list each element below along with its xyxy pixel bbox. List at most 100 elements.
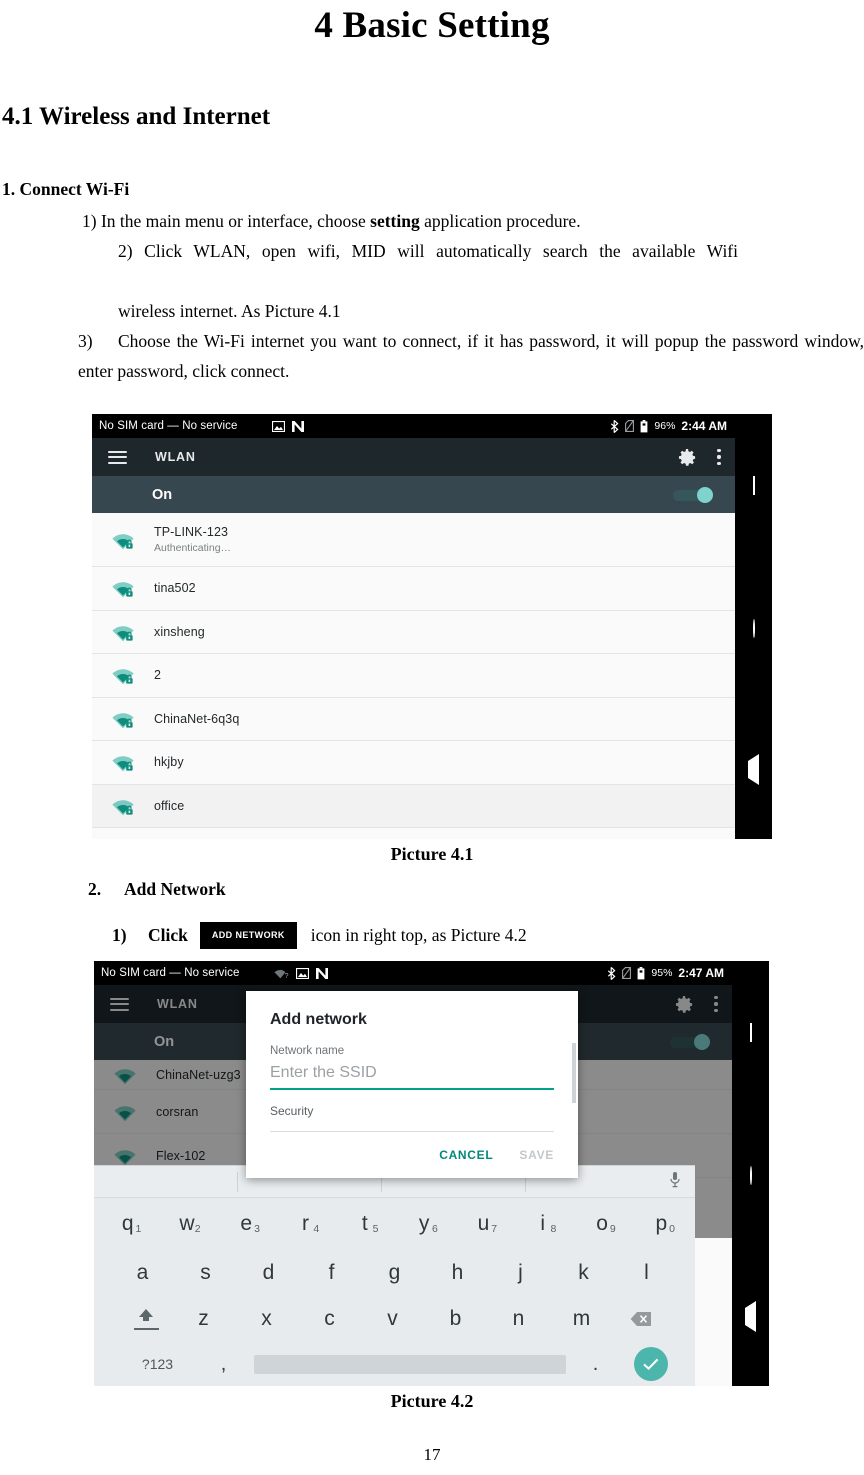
gear-icon[interactable] — [675, 995, 694, 1014]
network-name-label: Network name — [270, 1045, 345, 1057]
battery-icon — [640, 419, 648, 433]
wifi-toggle-switch[interactable] — [673, 487, 713, 503]
key-a[interactable]: a — [111, 1250, 174, 1296]
key-q[interactable]: 1q — [98, 1198, 157, 1250]
clock-label: 2:44 AM — [681, 419, 727, 433]
key-i[interactable]: 8i — [513, 1198, 572, 1250]
dialog-scrollbar[interactable] — [572, 1043, 576, 1103]
wifi-toggle-switch[interactable] — [670, 1034, 710, 1050]
check-enter-icon[interactable] — [633, 1347, 668, 1381]
period-key[interactable]: . — [566, 1345, 626, 1383]
wifi-state-label: On — [154, 1033, 175, 1050]
key-p[interactable]: 0p — [632, 1198, 691, 1250]
hamburger-icon[interactable] — [108, 450, 127, 464]
key-n[interactable]: n — [487, 1296, 550, 1342]
key-l[interactable]: l — [615, 1250, 678, 1296]
key-r[interactable]: 4r — [276, 1198, 335, 1250]
network-name: hkjby — [154, 755, 184, 770]
key-d[interactable]: d — [237, 1250, 300, 1296]
shift-arrow-icon[interactable] — [120, 1296, 172, 1342]
back-triangle-icon[interactable] — [732, 1301, 769, 1332]
network-name: office — [154, 798, 185, 813]
bluetooth-icon — [610, 419, 619, 433]
key-u[interactable]: 7u — [454, 1198, 513, 1250]
home-circle-icon[interactable] — [732, 1166, 769, 1185]
add-network-number: 2. — [88, 879, 102, 899]
key-o[interactable]: 9o — [572, 1198, 631, 1250]
table-row[interactable]: ChinaNet-6q3q — [92, 697, 735, 741]
sim-off-icon — [625, 420, 635, 432]
wifi-toggle-row-1[interactable]: On — [92, 476, 735, 513]
on-screen-keyboard: 1q 2w 3e 4r 5t 6y 7u 8i 9o 0p a s d f g — [94, 1165, 695, 1386]
dialog-title: Add network — [270, 1011, 367, 1028]
kebab-menu-icon[interactable] — [714, 995, 718, 1013]
gear-icon[interactable] — [678, 448, 697, 467]
comma-key[interactable]: , — [194, 1345, 254, 1383]
kebab-menu-icon[interactable] — [717, 448, 721, 466]
key-c[interactable]: c — [298, 1296, 361, 1342]
wifi-lock-icon — [110, 795, 136, 817]
cancel-button[interactable]: CANCEL — [439, 1148, 493, 1162]
network-name: Flex-102 — [156, 1148, 206, 1163]
recents-square-icon[interactable] — [732, 1023, 769, 1042]
key-g[interactable]: g — [363, 1250, 426, 1296]
step-3-number: 3) — [78, 331, 93, 351]
svg-text:?: ? — [284, 973, 288, 979]
symbols-key[interactable]: ?123 — [122, 1356, 194, 1372]
key-j[interactable]: j — [489, 1250, 552, 1296]
key-x[interactable]: x — [235, 1296, 298, 1342]
table-row[interactable]: xinsheng — [92, 610, 735, 654]
table-row[interactable]: 2 — [92, 654, 735, 698]
home-circle-icon[interactable] — [735, 619, 772, 638]
carrier-label: No SIM card — No service — [101, 967, 240, 979]
network-name: corsran — [156, 1104, 199, 1119]
step-1-text: 1) In the main menu or interface, choose — [82, 211, 371, 231]
wifi-state-label: On — [152, 486, 173, 503]
key-y[interactable]: 6y — [395, 1198, 454, 1250]
key-h[interactable]: h — [426, 1250, 489, 1296]
hamburger-icon[interactable] — [110, 997, 129, 1011]
table-row[interactable]: TP-LINK-123 Authenticating… — [92, 513, 735, 567]
step-1-bold: setting — [370, 211, 420, 231]
key-b[interactable]: b — [424, 1296, 487, 1342]
network-n-icon — [291, 420, 304, 432]
step-2-line-2: wireless internet. As Picture 4.1 — [118, 301, 341, 321]
microphone-icon[interactable] — [669, 1171, 681, 1193]
key-w[interactable]: 2w — [157, 1198, 216, 1250]
key-v[interactable]: v — [361, 1296, 424, 1342]
android-screen-1: No SIM card — No service 96% 2:44 AM WLA… — [92, 414, 735, 839]
section-heading: 4.1 Wireless and Internet — [2, 103, 271, 130]
save-button: SAVE — [519, 1148, 554, 1162]
security-label[interactable]: Security — [270, 1104, 554, 1132]
wifi-lock-icon — [112, 1145, 138, 1167]
step-2-line-1: 2) Click WLAN, open wifi, MID will autom… — [0, 236, 864, 296]
key-t[interactable]: 5t — [335, 1198, 394, 1250]
network-name: xinsheng — [154, 624, 205, 639]
android-nav-bar-2 — [732, 961, 769, 1386]
back-triangle-icon[interactable] — [735, 754, 772, 785]
wifi-lock-icon — [112, 1064, 138, 1086]
key-k[interactable]: k — [552, 1250, 615, 1296]
key-m[interactable]: m — [550, 1296, 613, 1342]
status-bar-1: No SIM card — No service 96% 2:44 AM — [92, 414, 735, 438]
key-s[interactable]: s — [174, 1250, 237, 1296]
network-name: ChinaNet-6q3q — [154, 711, 240, 726]
table-row[interactable]: tina502 — [92, 567, 735, 611]
step-3-text: Choose the Wi-Fi internet you want to co… — [78, 331, 864, 381]
table-row[interactable]: office — [92, 784, 735, 828]
wifi-network-list-1: TP-LINK-123 Authenticating… tina502 xins… — [92, 513, 735, 828]
key-e[interactable]: 3e — [217, 1198, 276, 1250]
recents-square-icon[interactable] — [735, 476, 772, 495]
step-2-text: 2) Click WLAN, open wifi, MID will autom… — [118, 241, 738, 261]
key-z[interactable]: z — [172, 1296, 235, 1342]
keyboard-row-1: 1q 2w 3e 4r 5t 6y 7u 8i 9o 0p — [94, 1198, 695, 1250]
table-row[interactable]: hkjby — [92, 741, 735, 785]
ssid-input[interactable]: Enter the SSID — [270, 1064, 554, 1090]
wifi-lock-icon — [110, 621, 136, 643]
key-f[interactable]: f — [300, 1250, 363, 1296]
document-page: 4 Basic Setting 4.1 Wireless and Interne… — [0, 0, 864, 1475]
space-key[interactable] — [253, 1354, 566, 1374]
backspace-icon[interactable] — [613, 1311, 669, 1327]
wifi-lock-icon — [110, 664, 136, 686]
add-network-title: Add Network — [124, 879, 226, 899]
